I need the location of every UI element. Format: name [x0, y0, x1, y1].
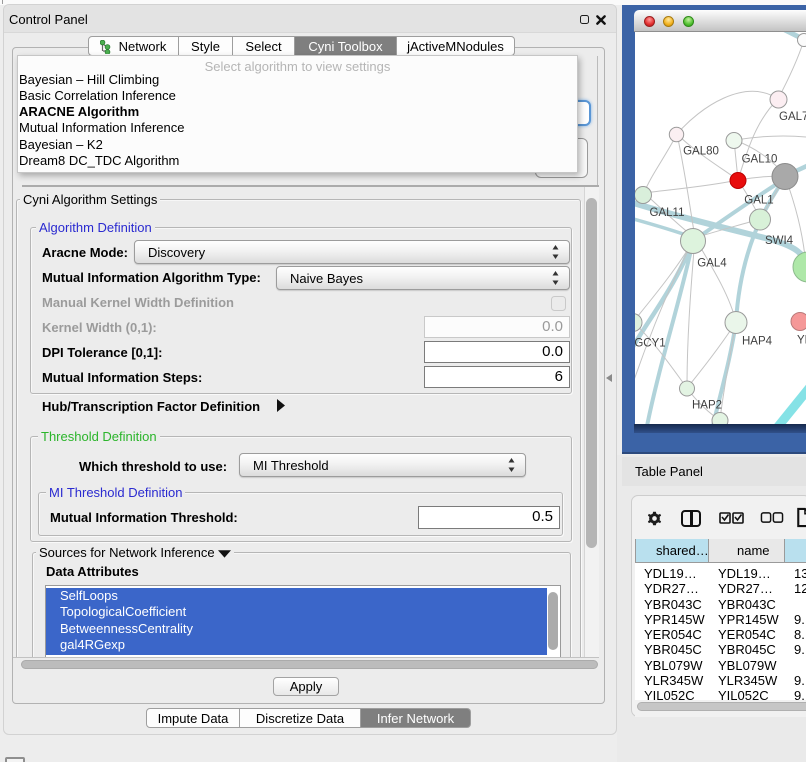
svg-text:GAL7: GAL7	[779, 111, 806, 123]
svg-text:GAL11: GAL11	[650, 207, 685, 219]
svg-text:GAL1: GAL1	[744, 195, 773, 207]
svg-text:GAL4: GAL4	[697, 258, 727, 270]
svg-text:SWI4: SWI4	[765, 235, 794, 247]
svg-text:GAL80: GAL80	[683, 146, 719, 158]
svg-text:GCY1: GCY1	[635, 338, 666, 350]
svg-text:GAL10: GAL10	[742, 154, 778, 166]
svg-text:HAP2: HAP2	[692, 400, 722, 412]
svg-text:HAP4: HAP4	[742, 336, 773, 348]
svg-text:YM: YM	[797, 335, 806, 347]
